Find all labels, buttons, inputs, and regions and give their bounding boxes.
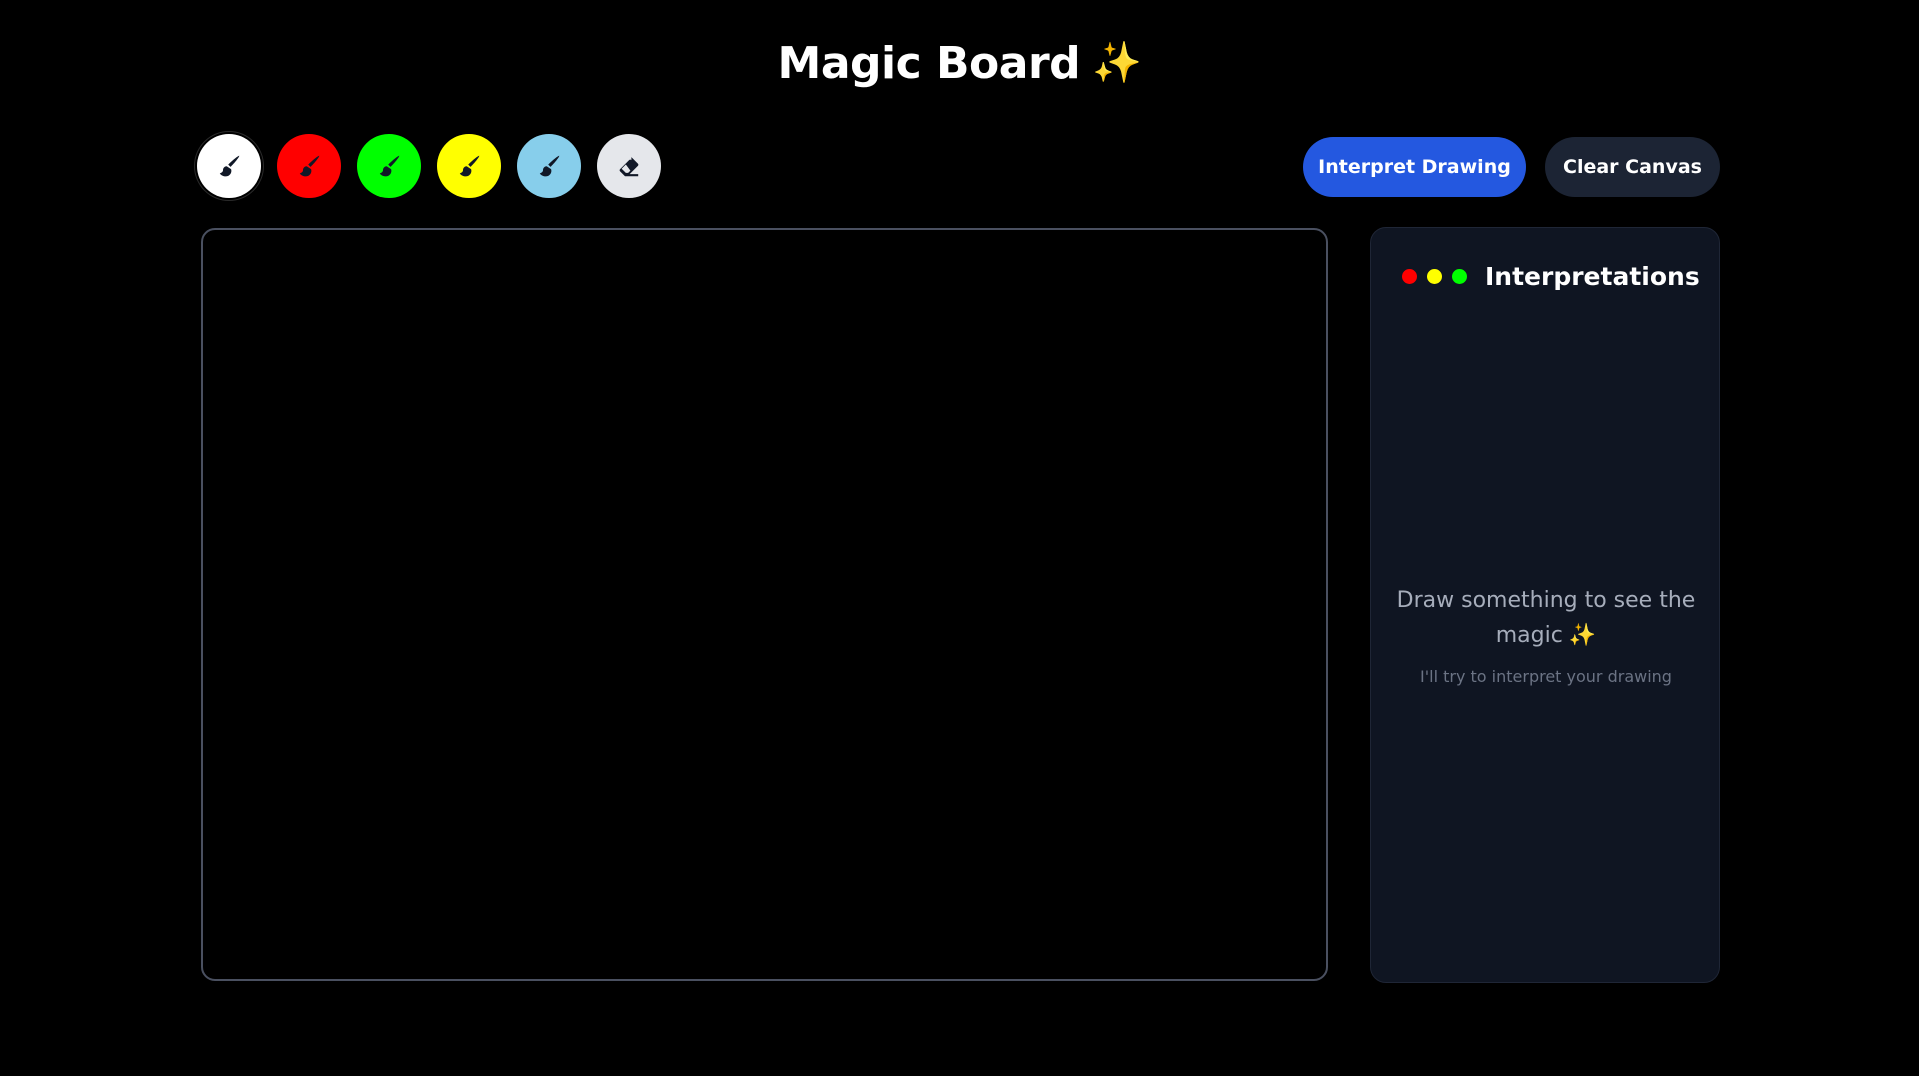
red-dot-icon (1402, 269, 1417, 284)
interpret-drawing-button[interactable]: Interpret Drawing (1303, 137, 1526, 197)
brush-icon (539, 155, 560, 177)
brush-white-button[interactable] (197, 134, 261, 198)
brush-icon (459, 155, 480, 177)
brush-toolbar (197, 134, 661, 198)
interpretations-panel: Interpretations Draw something to see th… (1370, 227, 1720, 983)
brush-icon (379, 155, 400, 177)
brush-red-button[interactable] (277, 134, 341, 198)
clear-canvas-button[interactable]: Clear Canvas (1545, 137, 1720, 197)
brush-icon (299, 155, 320, 177)
eraser-button[interactable] (597, 134, 661, 198)
brush-icon (219, 155, 240, 177)
brush-light-blue-button[interactable] (517, 134, 581, 198)
brush-green-button[interactable] (357, 134, 421, 198)
empty-state-text: Draw something to see the magic (1396, 588, 1696, 648)
panel-title: Interpretations (1485, 262, 1700, 291)
empty-state-hint: I'll try to interpret your drawing (1420, 667, 1672, 686)
green-dot-icon (1452, 269, 1467, 284)
eraser-icon (619, 157, 639, 177)
drawing-canvas[interactable] (201, 228, 1328, 981)
sparkles-icon: ✨ (1568, 623, 1597, 648)
empty-state-message: Draw something to see the magic ✨ (1391, 583, 1701, 653)
sparkles-icon: ✨ (1092, 40, 1142, 86)
panel-header: Interpretations (1402, 262, 1700, 291)
brush-yellow-button[interactable] (437, 134, 501, 198)
empty-state: Draw something to see the magic ✨ I'll tr… (1391, 583, 1701, 686)
page-title-text: Magic Board (777, 38, 1081, 89)
yellow-dot-icon (1427, 269, 1442, 284)
page-title: Magic Board ✨ (0, 38, 1919, 89)
app-page: Magic Board ✨ Interpret Drawing Clear Can… (0, 0, 1919, 1076)
